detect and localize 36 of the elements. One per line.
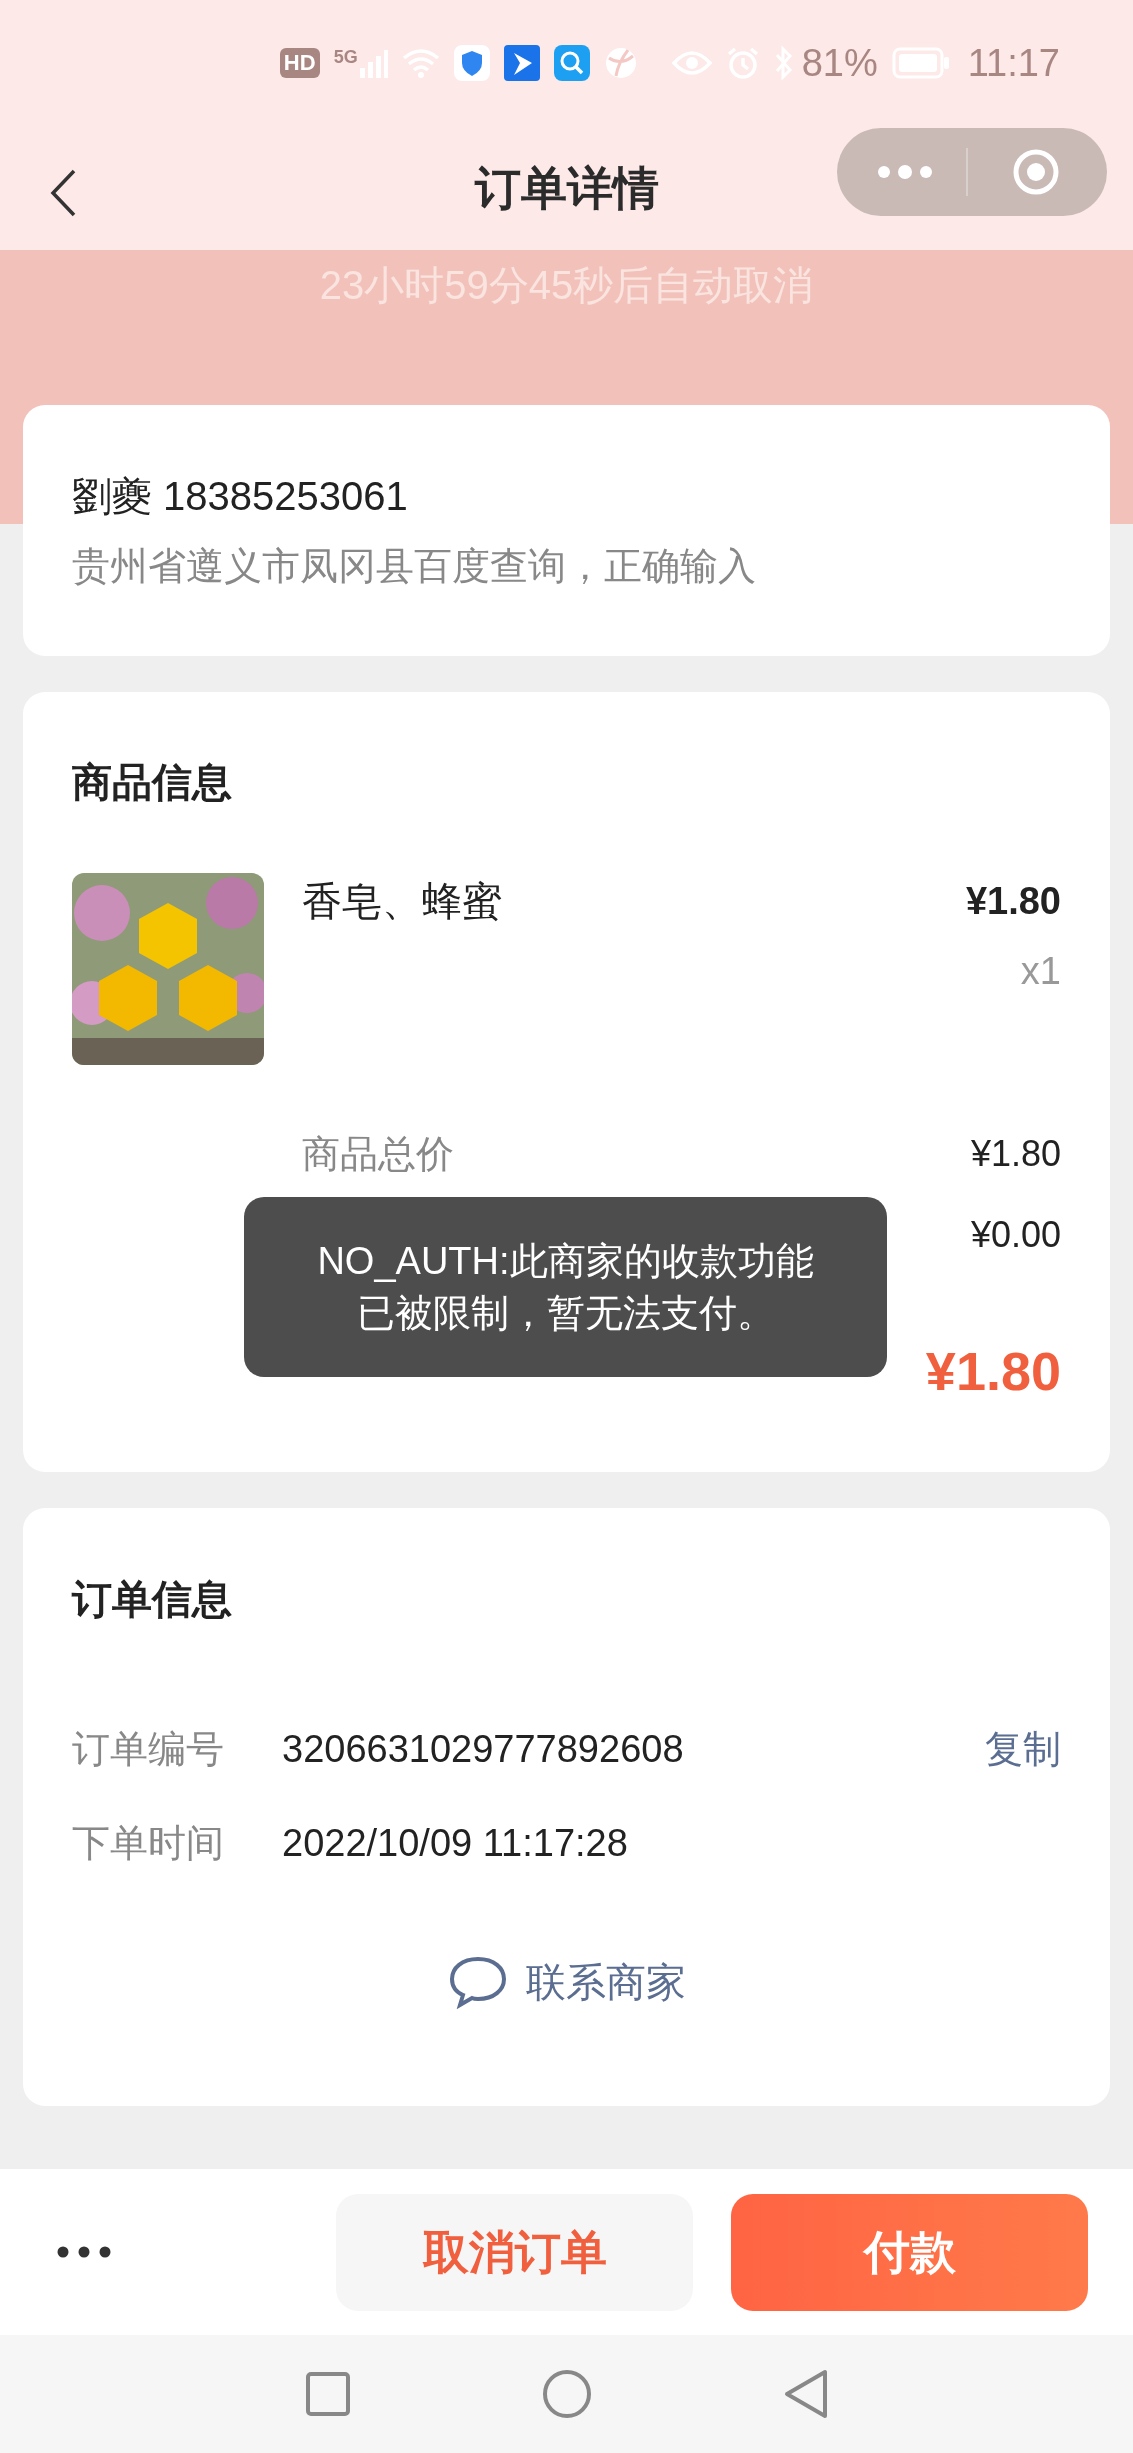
product-price: ¥1.80: [965, 879, 1061, 924]
target-icon[interactable]: [1012, 148, 1060, 196]
pay-button[interactable]: 付款: [731, 2193, 1088, 2311]
info-label: 下单时间: [72, 1821, 225, 1866]
globe-icon: [603, 45, 638, 80]
clock-time: 11:17: [967, 42, 1060, 83]
battery-percent: 81%: [801, 42, 878, 83]
home-icon[interactable]: [540, 2368, 593, 2420]
summary-value: ¥1.80: [970, 1132, 1061, 1176]
recent-apps-icon[interactable]: [304, 2371, 351, 2417]
shield-icon: [453, 44, 490, 81]
copy-button[interactable]: 复制: [985, 1721, 1061, 1777]
chat-icon: [447, 1955, 508, 2009]
search-app-icon: [553, 44, 590, 81]
back-icon[interactable]: [48, 168, 78, 218]
hd-indicator: HD: [279, 47, 320, 78]
back-nav-icon[interactable]: [782, 2368, 829, 2420]
contact-merchant-button[interactable]: 联系商家: [447, 1952, 686, 2012]
section-title: 订单信息: [72, 1576, 233, 1623]
info-label: 订单编号: [72, 1727, 225, 1772]
product-name: 香皂、蜂蜜: [302, 878, 502, 925]
address-text: 贵州省遵义市凤冈县百度查询，正确输入: [72, 544, 757, 589]
summary-value: ¥0.00: [970, 1213, 1061, 1257]
section-title: 商品信息: [72, 759, 233, 806]
info-value: 2022/10/09 11:17:28: [282, 1821, 628, 1866]
info-value: 3206631029777892608: [282, 1727, 684, 1772]
bird-app-icon: [503, 44, 540, 81]
toast-message: NO_AUTH:此商家的收款功能已被限制，暂无法支付。: [244, 1197, 887, 1377]
page-title: 订单详情: [474, 160, 659, 216]
cancel-order-button[interactable]: 取消订单: [336, 2193, 693, 2311]
total-amount: ¥1.80: [925, 1340, 1061, 1403]
summary-label: 商品总价: [302, 1132, 454, 1177]
more-icon[interactable]: [57, 2246, 111, 2258]
recipient-name-phone: 劉夔 18385253061: [72, 473, 409, 520]
network-type: 5G: [333, 47, 358, 66]
product-quantity: x1: [1020, 949, 1061, 994]
